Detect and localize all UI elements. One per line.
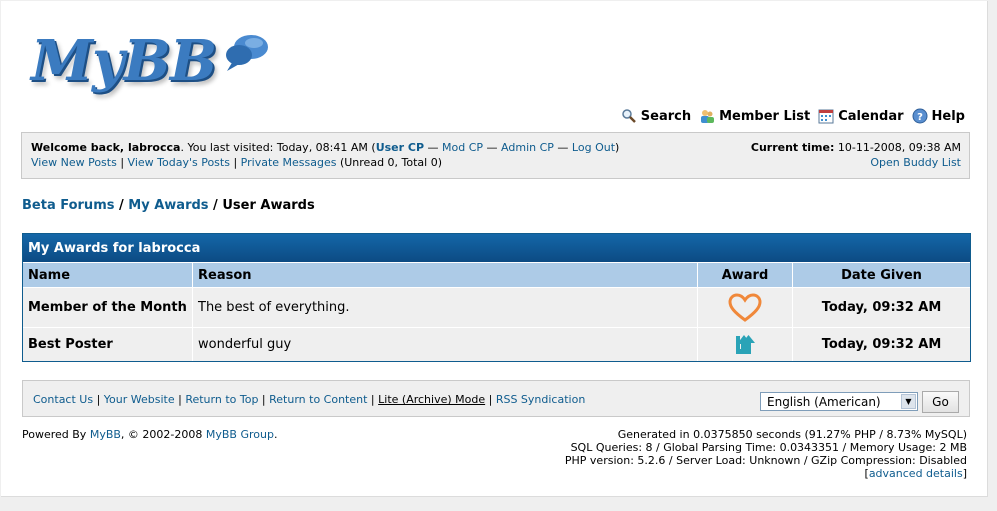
top-menu: Search Member List Calendar ? Help bbox=[621, 108, 965, 124]
awards-table: My Awards for labrocca Name Reason Award… bbox=[22, 233, 971, 362]
column-header-reason: Reason bbox=[193, 263, 698, 287]
pipe-sep: | bbox=[367, 393, 379, 406]
award-name: Member of the Month bbox=[23, 288, 193, 327]
calendar-label: Calendar bbox=[838, 108, 904, 124]
table-title: My Awards for labrocca bbox=[23, 234, 970, 262]
admin-cp-link[interactable]: Admin CP bbox=[501, 141, 554, 154]
private-messages-link[interactable]: Private Messages bbox=[241, 156, 337, 169]
stats-generated: Generated in 0.0375850 seconds (91.27% P… bbox=[617, 428, 967, 441]
log-out-link[interactable]: Log Out bbox=[572, 141, 615, 154]
mybb-link[interactable]: MyBB bbox=[90, 428, 121, 441]
member-list-icon bbox=[701, 110, 715, 123]
member-list-label: Member List bbox=[719, 108, 811, 124]
award-cell bbox=[698, 328, 793, 361]
return-to-top-link[interactable]: Return to Top bbox=[185, 393, 258, 406]
help-icon: ? bbox=[912, 108, 928, 124]
bracket-close: ] bbox=[962, 467, 967, 480]
footer-bar: Contact Us | Your Website | Return to To… bbox=[22, 380, 970, 417]
breadcrumb: Beta Forums / My Awards / User Awards bbox=[22, 198, 315, 213]
table-header-row: Name Reason Award Date Given bbox=[23, 262, 970, 287]
pm-counts: (Unread 0, Total 0) bbox=[336, 156, 443, 169]
current-time-value: 10-11-2008, 09:38 AM bbox=[834, 141, 961, 154]
search-label: Search bbox=[640, 108, 692, 124]
contact-us-link[interactable]: Contact Us bbox=[33, 393, 93, 406]
quick-links: View New Posts | View Today's Posts | Pr… bbox=[31, 156, 442, 169]
current-time-label: Current time: bbox=[750, 141, 835, 154]
help-link[interactable]: ? Help bbox=[912, 108, 965, 124]
stats-php: PHP version: 5.2.6 / Server Load: Unknow… bbox=[564, 454, 967, 467]
dash-sep: — bbox=[553, 141, 572, 154]
current-time: Current time: 10-11-2008, 09:38 AM bbox=[751, 141, 961, 154]
calendar-icon bbox=[818, 109, 834, 124]
close-paren: ) bbox=[615, 141, 620, 154]
pipe-sep: | bbox=[229, 156, 241, 169]
dash-sep: — bbox=[483, 141, 502, 154]
lite-mode-link[interactable]: Lite (Archive) Mode bbox=[378, 393, 485, 406]
search-icon bbox=[622, 109, 636, 123]
language-select[interactable]: English (American) ▼ bbox=[760, 392, 918, 411]
footer-links: Contact Us | Your Website | Return to To… bbox=[33, 393, 585, 406]
advanced-details-wrap: [advanced details] bbox=[565, 467, 967, 480]
breadcrumb-sep: / bbox=[208, 198, 223, 213]
table-row: Member of the Month The best of everythi… bbox=[23, 287, 970, 327]
welcome-greeting: Welcome back, labrocca bbox=[31, 141, 181, 154]
powered-prefix: Powered By bbox=[22, 428, 90, 441]
powered-suffix: . bbox=[273, 428, 278, 441]
debug-stats: Generated in 0.0375850 seconds (91.27% P… bbox=[565, 428, 967, 480]
advanced-details-link[interactable]: advanced details bbox=[869, 467, 963, 480]
your-website-link[interactable]: Your Website bbox=[104, 393, 175, 406]
pipe-sep: | bbox=[485, 393, 496, 406]
breadcrumb-my-awards[interactable]: My Awards bbox=[128, 198, 208, 213]
view-new-posts-link[interactable]: View New Posts bbox=[31, 156, 117, 169]
award-date: Today, 09:32 AM bbox=[821, 300, 942, 315]
breadcrumb-current: User Awards bbox=[222, 198, 315, 213]
pipe-sep: | bbox=[258, 393, 270, 406]
svg-text:?: ? bbox=[917, 112, 923, 123]
breadcrumb-home[interactable]: Beta Forums bbox=[22, 198, 114, 213]
return-to-content-link[interactable]: Return to Content bbox=[269, 393, 367, 406]
pipe-sep: | bbox=[93, 393, 104, 406]
chevron-down-icon[interactable]: ▼ bbox=[901, 394, 916, 409]
view-todays-posts-link[interactable]: View Today's Posts bbox=[128, 156, 230, 169]
heart-icon bbox=[728, 292, 762, 322]
page-container: MyBB Search Member List Calendar ? Help bbox=[1, 1, 988, 497]
buddy-list-wrap: Open Buddy List bbox=[870, 156, 961, 169]
welcome-line: Welcome back, labrocca. You last visited… bbox=[31, 141, 619, 154]
last-visited-text: . You last visited: Today, 08:41 AM ( bbox=[180, 141, 376, 154]
award-name: Best Poster bbox=[23, 328, 193, 361]
award-cell bbox=[698, 288, 793, 327]
mod-cp-link[interactable]: Mod CP bbox=[442, 141, 483, 154]
rss-syndication-link[interactable]: RSS Syndication bbox=[496, 393, 585, 406]
column-header-name: Name bbox=[23, 263, 193, 287]
language-value: English (American) bbox=[767, 395, 881, 409]
speech-bubble-icon bbox=[226, 35, 268, 71]
column-header-date: Date Given bbox=[841, 267, 922, 283]
help-label: Help bbox=[931, 108, 965, 124]
award-reason: The best of everything. bbox=[193, 288, 698, 327]
user-cp-link[interactable]: User CP bbox=[376, 141, 424, 154]
stats-sql: SQL Queries: 8 / Global Parsing Time: 0.… bbox=[570, 441, 967, 454]
welcome-panel: Welcome back, labrocca. You last visited… bbox=[21, 132, 970, 179]
award-date: Today, 09:32 AM bbox=[821, 337, 942, 352]
mybb-logo[interactable]: MyBB bbox=[29, 29, 279, 109]
column-header-award: Award bbox=[698, 263, 793, 287]
dash-sep: — bbox=[424, 141, 443, 154]
calendar-link[interactable]: Calendar bbox=[818, 108, 904, 124]
breadcrumb-sep: / bbox=[114, 198, 129, 213]
search-link[interactable]: Search bbox=[621, 108, 691, 124]
arrow-up-icon bbox=[736, 334, 755, 354]
logo-text: MyBB bbox=[31, 28, 217, 94]
powered-by: Powered By MyBB, © 2002-2008 MyBB Group. bbox=[22, 428, 277, 441]
pipe-sep: | bbox=[174, 393, 186, 406]
open-buddy-list-link[interactable]: Open Buddy List bbox=[870, 156, 961, 169]
pipe-sep: | bbox=[116, 156, 128, 169]
powered-middle: , © 2002-2008 bbox=[120, 428, 206, 441]
table-row: Best Poster wonderful guy Today, 09:32 A… bbox=[23, 327, 970, 361]
go-button[interactable]: Go bbox=[922, 391, 959, 413]
member-list-link[interactable]: Member List bbox=[699, 108, 810, 124]
award-reason: wonderful guy bbox=[193, 328, 698, 361]
mybb-group-link[interactable]: MyBB Group bbox=[206, 428, 274, 441]
